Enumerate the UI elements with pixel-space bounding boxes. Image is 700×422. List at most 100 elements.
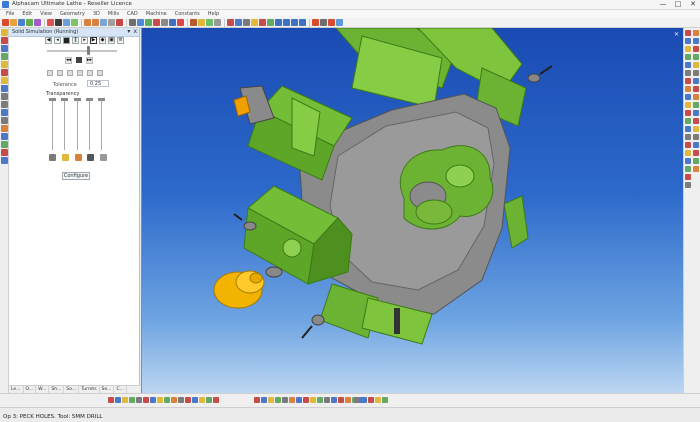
pan-icon[interactable]: [108, 19, 115, 26]
zoom-out-icon[interactable]: [1, 101, 8, 108]
view-mode-1-icon[interactable]: [47, 70, 53, 76]
view-front-icon[interactable]: [283, 19, 290, 26]
minimize-button[interactable]: —: [658, 0, 668, 8]
verify-icon[interactable]: [206, 19, 213, 26]
hide-show-icon[interactable]: [685, 182, 691, 188]
view-front-icon[interactable]: [685, 46, 691, 52]
view-mode-6-icon[interactable]: [97, 70, 103, 76]
snap-perp-icon[interactable]: [143, 397, 149, 403]
hide-icon[interactable]: [328, 19, 335, 26]
rough-finish-icon[interactable]: [137, 19, 144, 26]
rewind-icon[interactable]: ◀: [45, 37, 52, 44]
tab-cad[interactable]: C...: [114, 386, 127, 393]
collision-icon[interactable]: [693, 118, 699, 124]
zoom-all-icon[interactable]: [1, 109, 8, 116]
measure-icon[interactable]: [251, 19, 258, 26]
snap-polar-icon[interactable]: [192, 397, 198, 403]
zoom-window-icon[interactable]: [1, 117, 8, 124]
transparency-slider-part[interactable]: [49, 98, 56, 150]
compare-icon[interactable]: [693, 150, 699, 156]
configure-button[interactable]: Configure: [62, 172, 90, 180]
drill-icon[interactable]: [145, 19, 152, 26]
simulate-icon[interactable]: [169, 19, 176, 26]
panel-pin-button[interactable]: ▾: [127, 28, 130, 35]
step-back-icon[interactable]: ◂: [54, 37, 61, 44]
view-side-icon[interactable]: [291, 19, 298, 26]
snap-angle-icon[interactable]: [206, 397, 212, 403]
view-top-icon[interactable]: [275, 19, 282, 26]
rotate-view-icon[interactable]: [336, 19, 343, 26]
zoom-in-icon[interactable]: [1, 93, 8, 100]
compensation-icon[interactable]: [693, 102, 699, 108]
slider-thumb[interactable]: [73, 98, 81, 101]
simulation-viewport[interactable]: ✕: [141, 28, 683, 393]
camera-icon[interactable]: [685, 126, 691, 132]
snap-off-icon[interactable]: [178, 397, 184, 403]
deselect-icon[interactable]: [303, 397, 309, 403]
layer-icon[interactable]: [71, 19, 78, 26]
tab-setup[interactable]: Se...: [100, 386, 115, 393]
view-mode-4-icon[interactable]: [77, 70, 83, 76]
menu-geometry[interactable]: Geometry: [60, 10, 85, 18]
close-button[interactable]: ✕: [688, 0, 698, 8]
select-all-icon[interactable]: [254, 397, 260, 403]
view-mode-5-icon[interactable]: [87, 70, 93, 76]
list-icon[interactable]: [382, 397, 388, 403]
tab-shapes[interactable]: Sh...: [49, 386, 65, 393]
rapid-icon[interactable]: [693, 134, 699, 140]
mesh-icon[interactable]: [685, 102, 691, 108]
snap-all-icon[interactable]: [185, 397, 191, 403]
tab-operations[interactable]: O...: [24, 386, 37, 393]
transparency-slider-tool[interactable]: [73, 98, 81, 150]
view-iso-icon[interactable]: [299, 19, 306, 26]
speed-slider-thumb[interactable]: [87, 46, 90, 55]
toolpath-icon[interactable]: [693, 126, 699, 132]
solid-icon[interactable]: [685, 94, 691, 100]
view-cube-icon[interactable]: [685, 30, 691, 36]
snap-mid-icon[interactable]: [115, 397, 121, 403]
machine-icon[interactable]: [693, 30, 699, 36]
report-icon[interactable]: [693, 158, 699, 164]
line-icon[interactable]: [26, 19, 33, 26]
show-stock-icon[interactable]: ▣: [108, 37, 115, 44]
turret-index-icon[interactable]: [693, 46, 699, 52]
section-icon[interactable]: [685, 110, 691, 116]
options-icon[interactable]: ≡: [117, 37, 124, 44]
transparency-slider-fixture[interactable]: [98, 98, 105, 150]
snap-quadrant-icon[interactable]: [171, 397, 177, 403]
tools-icon[interactable]: [1, 61, 8, 68]
display-icon[interactable]: [685, 166, 691, 172]
select-icon[interactable]: [1, 45, 8, 52]
polyline-icon[interactable]: [34, 19, 41, 26]
view-top-icon[interactable]: [685, 38, 691, 44]
group-icon[interactable]: [310, 397, 316, 403]
snap-intersect-icon[interactable]: [129, 397, 135, 403]
select-chain-icon[interactable]: [289, 397, 295, 403]
measure-area-icon[interactable]: [375, 397, 381, 403]
maximize-button[interactable]: □: [673, 0, 683, 8]
step-stop-icon[interactable]: [76, 57, 82, 63]
wireframe-icon[interactable]: [320, 19, 327, 26]
groove-icon[interactable]: [161, 19, 168, 26]
snap-track-icon[interactable]: [199, 397, 205, 403]
move-icon[interactable]: [324, 397, 330, 403]
menu-help[interactable]: Help: [208, 10, 219, 18]
select-invert-icon[interactable]: [296, 397, 302, 403]
speed-slider[interactable]: [47, 46, 117, 55]
surface-icon[interactable]: [685, 86, 691, 92]
slider-thumb[interactable]: [98, 98, 105, 101]
scale-icon[interactable]: [345, 397, 351, 403]
arc-icon[interactable]: [10, 19, 17, 26]
snap-center-icon[interactable]: [122, 397, 128, 403]
menu-edit[interactable]: Edit: [22, 10, 32, 18]
pan-view-icon[interactable]: [1, 125, 8, 132]
color-icon[interactable]: [685, 158, 691, 164]
step-previous-icon[interactable]: ◂◂: [65, 57, 72, 64]
rotate-icon[interactable]: [1, 133, 8, 140]
thread-icon[interactable]: [153, 19, 160, 26]
stop-icon[interactable]: [177, 19, 184, 26]
dimension-icon[interactable]: [63, 19, 70, 26]
measure-distance-icon[interactable]: [354, 397, 360, 403]
slider-thumb[interactable]: [49, 98, 56, 101]
slider-thumb[interactable]: [61, 98, 69, 101]
